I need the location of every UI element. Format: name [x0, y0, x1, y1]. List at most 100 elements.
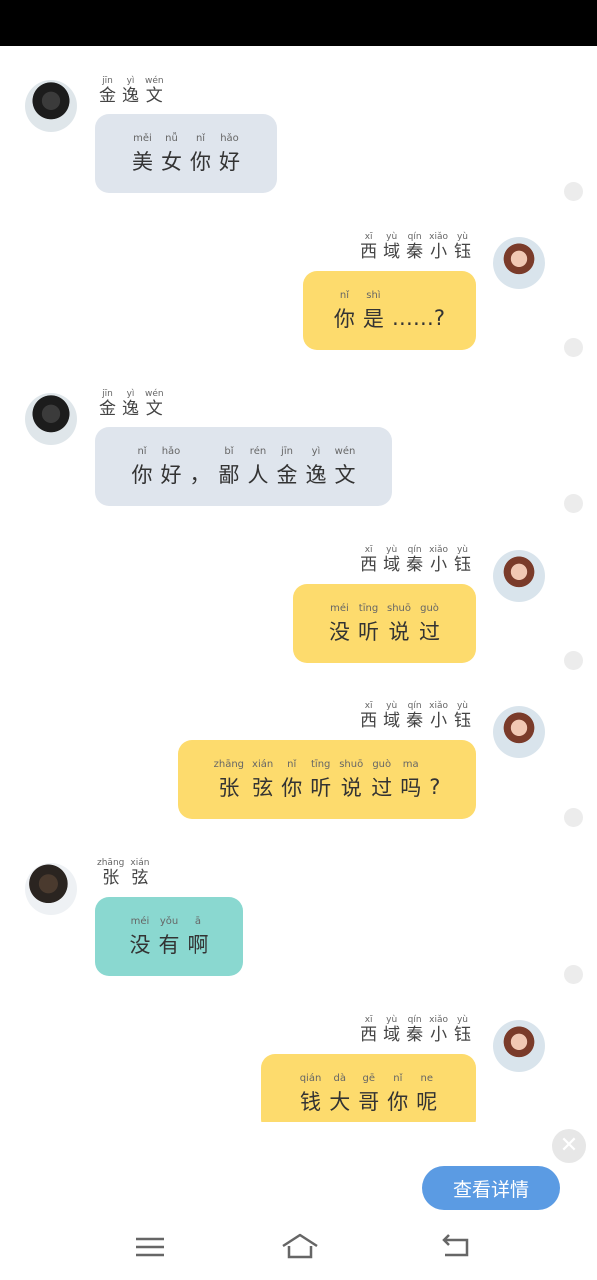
pinyin-annotation: tīng: [358, 602, 379, 614]
hanzi-character: 好: [219, 149, 240, 174]
hanzi-character: 文: [145, 86, 163, 106]
hanzi-character: 西: [360, 711, 378, 731]
name-glyph: jīn 金: [99, 389, 116, 418]
back-icon[interactable]: [439, 1232, 473, 1262]
name-glyph: yù 钰: [454, 701, 471, 730]
name-glyph: qín 秦: [406, 545, 423, 574]
name-glyph: xī 西: [360, 232, 377, 261]
text-glyph: měi 美: [132, 132, 153, 176]
name-glyph: yù 域: [383, 1015, 400, 1044]
name-glyph: yù 域: [383, 545, 400, 574]
message-bubble[interactable]: zhāng 张 xián 弦 nǐ 你 tīng 听 shuō 说 guò 过 ma 吗?: [178, 740, 476, 819]
text-glyph: ā啊: [188, 915, 209, 959]
pinyin-annotation: gē: [362, 1072, 376, 1084]
hanzi-character: 金: [99, 86, 116, 106]
pinyin-annotation: yǒu: [159, 915, 179, 927]
hanzi-character: 听: [357, 619, 379, 644]
pinyin-annotation: hǎo: [220, 132, 239, 144]
name-glyph: xiǎo 小: [429, 701, 448, 730]
hanzi-character: 美: [132, 149, 153, 174]
hanzi-character: 域: [383, 242, 401, 262]
text-glyph: rén 人: [248, 445, 269, 489]
text-glyph: tīng 听: [358, 602, 379, 646]
text-glyph: yǒu 有: [159, 915, 180, 959]
avatar-xiyu-qinxiaoyu[interactable]: [493, 550, 545, 602]
name-glyph: zhāng 张: [97, 858, 124, 887]
text-glyph: shuō 说: [387, 602, 411, 646]
hanzi-character: 钰: [454, 242, 471, 262]
text-glyph: jīn 金: [277, 445, 298, 489]
message-bubble[interactable]: nǐ 你 hǎo 好 ， bǐ 鄙 rén 人 jīn 金 yì 逸 wén 文: [95, 427, 392, 506]
text-glyph: wén 文: [335, 445, 356, 489]
hanzi-character: 文: [334, 462, 356, 487]
text-glyph: méi 没: [329, 602, 350, 646]
name-glyph: yù 钰: [454, 232, 471, 261]
hanzi-character: 没: [328, 619, 350, 644]
name-glyph: yì 逸: [122, 76, 139, 105]
pinyin-annotation: xián: [252, 758, 274, 770]
name-glyph: xián 弦: [130, 858, 149, 887]
hanzi-character: 女: [161, 149, 182, 174]
hanzi-character: 西: [360, 555, 378, 575]
close-icon[interactable]: ✕: [552, 1129, 586, 1163]
sender-name: xī 西 yù 域 qín 秦 xiǎo 小 yù 钰: [360, 1015, 471, 1044]
pinyin-annotation: nǐ: [393, 1072, 403, 1084]
message-bubble[interactable]: méi 没 tīng 听 shuō 说 guò 过: [293, 584, 476, 663]
message-bubble[interactable]: měi 美 nǚ 女 nǐ 你 hǎo 好: [95, 114, 277, 193]
read-indicator-dot: [564, 651, 583, 670]
avatar-xiyu-qinxiaoyu[interactable]: [493, 237, 545, 289]
name-glyph: yù 钰: [454, 545, 471, 574]
avatar-jin-yiwen[interactable]: [25, 393, 77, 445]
pinyin-annotation: ā: [194, 915, 202, 927]
pinyin-annotation: guò: [372, 758, 392, 770]
avatar-zhang-xian[interactable]: [25, 863, 77, 915]
text-glyph: nǐ 你: [190, 132, 211, 176]
hanzi-character: 秦: [406, 555, 424, 575]
avatar-xiyu-qinxiaoyu[interactable]: [493, 706, 545, 758]
name-glyph: yù 域: [383, 232, 400, 261]
hanzi-character: 说: [388, 619, 410, 644]
name-glyph: qín 秦: [406, 1015, 423, 1044]
text-glyph: shì 是: [363, 289, 384, 333]
text-glyph: nǐ 你: [334, 289, 355, 333]
hanzi-character: 哥: [358, 1089, 380, 1114]
pinyin-annotation: bǐ: [224, 445, 234, 457]
hanzi-character: 金: [99, 399, 116, 419]
read-indicator-dot: [564, 808, 583, 827]
name-glyph: yù 钰: [454, 1015, 471, 1044]
avatar-xiyu-qinxiaoyu[interactable]: [493, 1020, 545, 1072]
hanzi-character: 小: [430, 711, 448, 731]
chat-area[interactable]: jīn 金 yì 逸 wén 文 měi 美 nǚ 女 nǐ 你 hǎo 好 xī 西 yù 域 qín 秦 xiǎ…: [0, 46, 597, 1122]
hanzi-character: 西: [360, 242, 378, 262]
text-glyph: ?: [429, 761, 440, 799]
hanzi-character: 域: [383, 1025, 401, 1045]
view-details-button[interactable]: 查看详情: [422, 1166, 560, 1210]
read-indicator-dot: [564, 494, 583, 513]
hanzi-character: 小: [430, 242, 448, 262]
hanzi-character: 西: [360, 1025, 378, 1045]
message-bubble[interactable]: nǐ 你 shì 是 ……?: [303, 271, 476, 350]
message-bubble[interactable]: méi 没 yǒu 有 ā 啊: [95, 897, 243, 976]
hanzi-character: 人: [247, 462, 269, 487]
message-bubble[interactable]: qián 钱 dà 大 gē 哥 nǐ 你 ne 呢: [261, 1054, 476, 1122]
hanzi-character: 啊: [187, 932, 209, 957]
sender-name: xī 西 yù 域 qín 秦 xiǎo 小 yù 钰: [360, 232, 471, 261]
hanzi-character: 金: [276, 462, 298, 487]
hanzi-character: 听: [310, 775, 332, 800]
text-glyph: qián 钱: [300, 1072, 322, 1116]
pinyin-annotation: shuō: [339, 758, 364, 770]
sender-name: jīn 金 yì 逸 wén 文: [99, 76, 164, 105]
menu-icon[interactable]: [133, 1232, 167, 1262]
avatar-jin-yiwen[interactable]: [25, 80, 77, 132]
text-glyph: nǐ 你: [132, 445, 153, 489]
text-glyph: nǚ 女: [161, 132, 182, 176]
hanzi-character: 秦: [406, 1025, 424, 1045]
hanzi-character: 没: [129, 932, 151, 957]
text-glyph: nǐ 你: [281, 758, 302, 802]
hanzi-character: 张: [102, 868, 120, 888]
home-icon[interactable]: [280, 1232, 320, 1262]
pinyin-annotation: qián: [299, 1072, 322, 1084]
hanzi-character: 小: [430, 1025, 448, 1045]
text-glyph: shuō 说: [339, 758, 363, 802]
name-glyph: qín 秦: [406, 232, 423, 261]
